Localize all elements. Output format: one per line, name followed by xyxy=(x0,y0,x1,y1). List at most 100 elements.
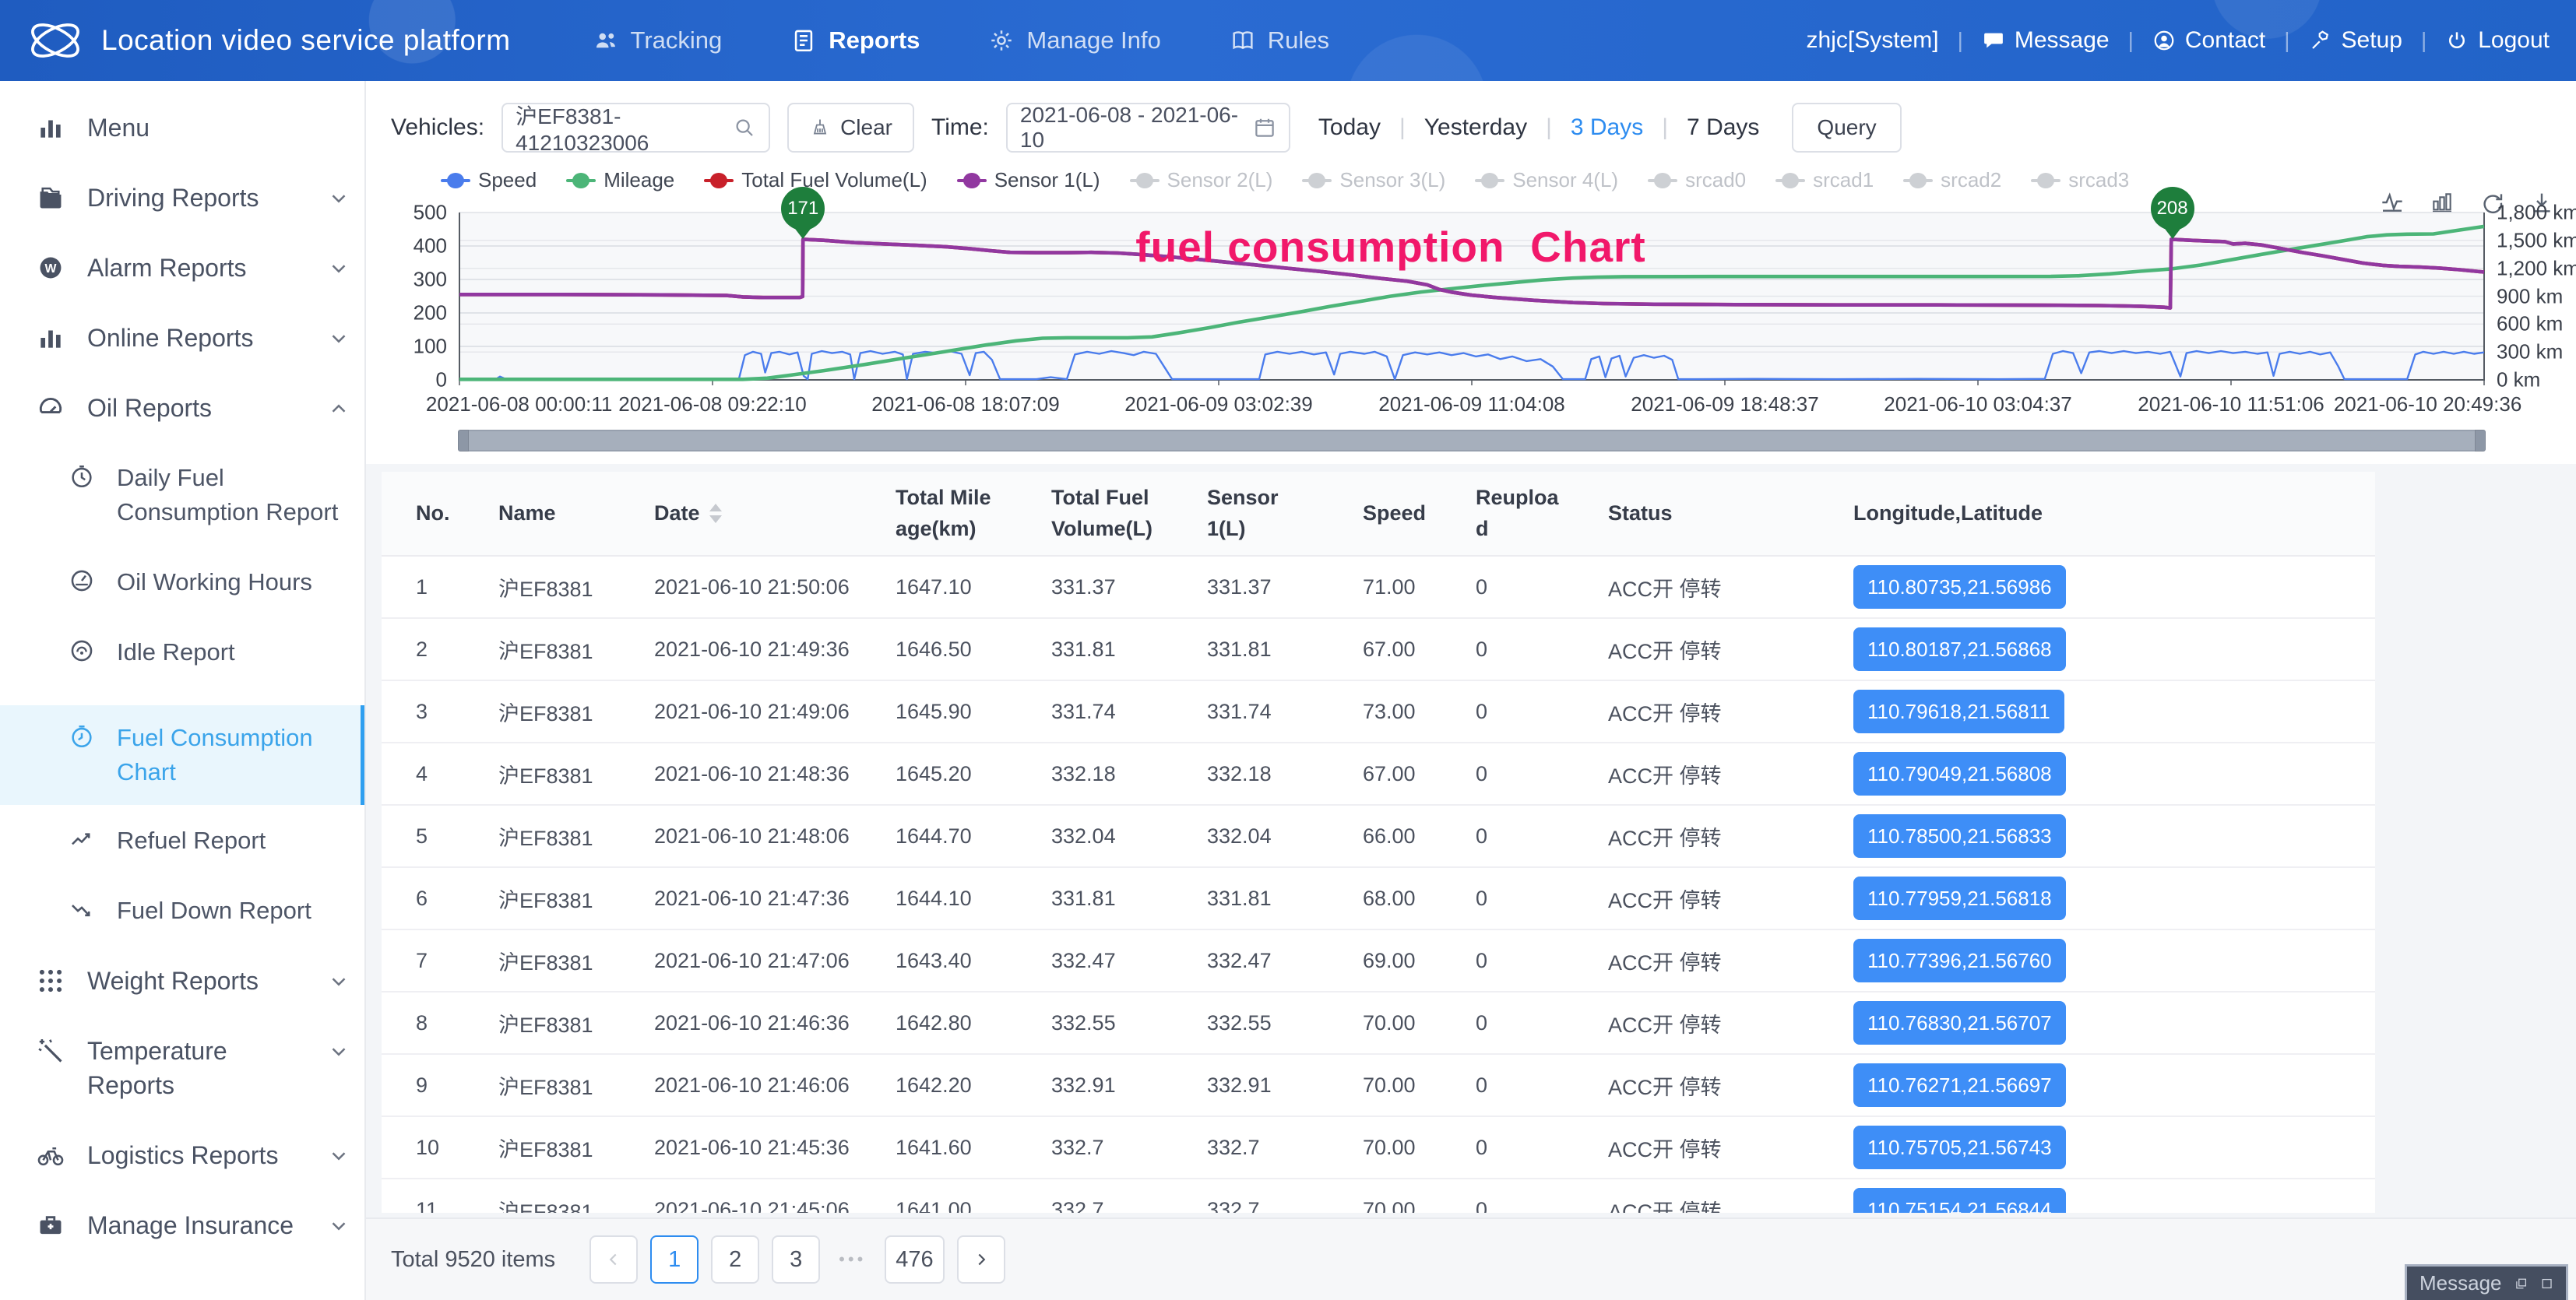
cell-longitude-latitude: 110.77396,21.56760 xyxy=(1846,929,2180,992)
coordinate-button[interactable]: 110.77396,21.56760 xyxy=(1853,939,2066,982)
nav-item-reports[interactable]: Reports xyxy=(790,26,920,54)
page-button-1[interactable]: 1 xyxy=(650,1235,699,1284)
prev-page-button[interactable] xyxy=(589,1235,638,1284)
cell-spacer xyxy=(2180,929,2375,992)
table-row: 9沪EF83812021-06-10 21:46:061642.20332.91… xyxy=(382,1054,2375,1116)
coordinate-button[interactable]: 110.77959,21.56818 xyxy=(1853,877,2066,920)
legend-item-sensor-2-l[interactable]: Sensor 2(L) xyxy=(1130,168,1273,192)
column-header-label: Name xyxy=(498,498,556,529)
legend-item-srcad0[interactable]: srcad0 xyxy=(1648,168,1746,192)
cell-status: ACC开 停转 xyxy=(1600,805,1846,867)
coordinate-button[interactable]: 110.75154,21.56844 xyxy=(1853,1188,2066,1213)
nav-item-tracking[interactable]: Tracking xyxy=(593,26,723,54)
sidebar-item-label: Logistics Reports xyxy=(87,1138,321,1172)
nav-item-rules[interactable]: Rules xyxy=(1230,26,1329,54)
coordinate-button[interactable]: 110.80735,21.56986 xyxy=(1853,565,2066,609)
cell-no: 6 xyxy=(382,867,491,929)
legend-item-srcad3[interactable]: srcad3 xyxy=(2031,168,2129,192)
cell-name: 沪EF8381 xyxy=(491,743,646,805)
message-widget[interactable]: Message xyxy=(2405,1264,2568,1300)
legend-item-sensor-3-l[interactable]: Sensor 3(L) xyxy=(1302,168,1445,192)
range-3-days[interactable]: 3 Days xyxy=(1571,114,1643,141)
sidebar-item-menu[interactable]: Menu xyxy=(0,111,364,145)
sidebar-item-manage-insurance[interactable]: Manage Insurance xyxy=(0,1208,364,1242)
next-page-button[interactable] xyxy=(957,1235,1005,1284)
restore-icon[interactable] xyxy=(2514,1274,2528,1294)
legend-label: srcad0 xyxy=(1685,168,1746,192)
cell-no: 3 xyxy=(382,680,491,743)
sidebar-item-refuel-report[interactable]: Refuel Report xyxy=(0,824,364,858)
sidebar-item-logistics-reports[interactable]: Logistics Reports xyxy=(0,1138,364,1172)
range-today[interactable]: Today xyxy=(1318,114,1381,141)
book-icon xyxy=(1230,27,1256,54)
user-label: zhjc[System] xyxy=(1807,27,1939,54)
cell-longitude-latitude: 110.76830,21.56707 xyxy=(1846,992,2180,1054)
sidebar-item-label: Refuel Report xyxy=(117,824,350,858)
legend-item-srcad1[interactable]: srcad1 xyxy=(1775,168,1874,192)
gear-icon xyxy=(988,27,1015,54)
page-button-476[interactable]: 476 xyxy=(885,1235,944,1284)
nav-item-manage-info[interactable]: Manage Info xyxy=(988,26,1160,54)
sidebar-item-idle-report[interactable]: Idle Report xyxy=(0,635,364,669)
cell-total-fuel-volume-l: 331.74 xyxy=(1043,680,1199,743)
time-label: Time: xyxy=(931,114,989,141)
message-widget-label: Message xyxy=(2419,1271,2502,1295)
legend-item-speed[interactable]: Speed xyxy=(441,168,537,192)
bike-icon xyxy=(36,1140,65,1170)
coordinate-button[interactable]: 110.75705,21.56743 xyxy=(1853,1126,2066,1169)
page-button-3[interactable]: 3 xyxy=(772,1235,820,1284)
chart-marker-pin[interactable]: 208 xyxy=(2151,187,2194,239)
legend-item-sensor-1-l[interactable]: Sensor 1(L) xyxy=(957,168,1100,192)
topbar-link-logout[interactable]: Logout xyxy=(2445,27,2550,54)
range-yesterday[interactable]: Yesterday xyxy=(1424,114,1527,141)
range-7-days[interactable]: 7 Days xyxy=(1687,114,1759,141)
time-range-input[interactable]: 2021-06-08 - 2021-06-10 xyxy=(1006,103,1290,153)
sidebar-item-alarm-reports[interactable]: WAlarm Reports xyxy=(0,251,364,285)
chart-zoom-slider[interactable] xyxy=(459,430,2484,451)
legend-label: srcad3 xyxy=(2068,168,2129,192)
chevron-down-icon xyxy=(327,970,350,993)
clear-button[interactable]: Clear xyxy=(787,103,914,153)
time-range-value: 2021-06-08 - 2021-06-10 xyxy=(1020,103,1245,153)
sidebar-item-fuel-down-report[interactable]: Fuel Down Report xyxy=(0,894,364,928)
separator: | xyxy=(1662,114,1668,141)
query-button[interactable]: Query xyxy=(1792,103,1901,153)
sort-icon[interactable] xyxy=(709,504,722,523)
chart-marker-pin[interactable]: 171 xyxy=(781,187,825,239)
chevron-down-icon xyxy=(327,327,350,350)
topbar-link-message[interactable]: Message xyxy=(1982,27,2110,54)
vehicles-input[interactable]: 沪EF8381-41210323006 xyxy=(501,103,770,153)
square-icon[interactable] xyxy=(2540,1274,2553,1294)
topbar-link-contact[interactable]: Contact xyxy=(2152,27,2265,54)
contact-icon xyxy=(2152,29,2176,52)
sidebar-item-daily-fuel-consumption-report[interactable]: Daily Fuel Consumption Report xyxy=(0,461,364,529)
coordinate-button[interactable]: 110.79618,21.56811 xyxy=(1853,690,2064,733)
chart-plot[interactable]: fuel consumption Chart 171208 xyxy=(459,213,2484,380)
cell-reupload: 0 xyxy=(1468,743,1600,805)
coordinate-button[interactable]: 110.76830,21.56707 xyxy=(1853,1001,2066,1045)
bars-icon[interactable] xyxy=(2430,190,2455,215)
sidebar-item-oil-reports[interactable]: Oil Reports xyxy=(0,391,364,425)
legend-item-mileage[interactable]: Mileage xyxy=(566,168,674,192)
pulse-icon[interactable] xyxy=(2380,190,2405,215)
sidebar-item-fuel-consumption-chart[interactable]: Fuel Consumption Chart xyxy=(0,705,364,805)
cell-reupload: 0 xyxy=(1468,929,1600,992)
cell-status: ACC开 停转 xyxy=(1600,680,1846,743)
coordinate-button[interactable]: 110.78500,21.56833 xyxy=(1853,814,2066,858)
sidebar-item-online-reports[interactable]: Online Reports xyxy=(0,321,364,355)
topbar-link-setup[interactable]: Setup xyxy=(2309,27,2402,54)
column-header-date[interactable]: Date xyxy=(646,472,888,556)
page-button-2[interactable]: 2 xyxy=(711,1235,759,1284)
table-row: 10沪EF83812021-06-10 21:45:361641.60332.7… xyxy=(382,1116,2375,1179)
coordinate-button[interactable]: 110.79049,21.56808 xyxy=(1853,752,2066,796)
coordinate-button[interactable]: 110.80187,21.56868 xyxy=(1853,627,2066,671)
sidebar-item-oil-working-hours[interactable]: Oil Working Hours xyxy=(0,565,364,599)
column-header-reupload: Reupload xyxy=(1468,472,1600,556)
sidebar-item-driving-reports[interactable]: Driving Reports xyxy=(0,181,364,215)
legend-item-srcad2[interactable]: srcad2 xyxy=(1903,168,2001,192)
sidebar-item-weight-reports[interactable]: Weight Reports xyxy=(0,964,364,998)
legend-item-sensor-4-l[interactable]: Sensor 4(L) xyxy=(1475,168,1618,192)
coordinate-button[interactable]: 110.76271,21.56697 xyxy=(1853,1063,2066,1107)
calendar-icon xyxy=(1253,116,1276,139)
sidebar-item-temperature-reports[interactable]: Temperature Reports xyxy=(0,1034,364,1102)
